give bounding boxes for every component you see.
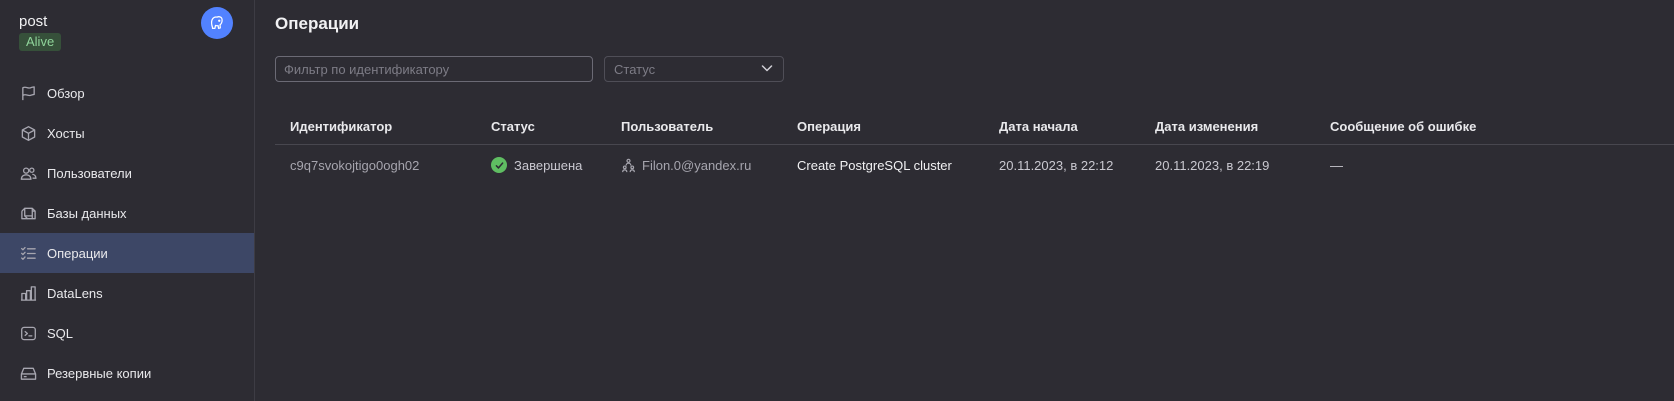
column-header-start-date[interactable]: Дата начала xyxy=(999,119,1078,134)
page-title: Операции xyxy=(275,14,360,33)
sidebar-item-label: SQL xyxy=(47,325,74,341)
app-window: post Alive Обзор Хосты Пользователи Базы… xyxy=(0,0,1674,401)
postgresql-elephant-icon[interactable] xyxy=(201,7,233,39)
operations-table: Идентификатор Статус Пользователь Операц… xyxy=(275,108,1674,185)
cube-icon xyxy=(19,124,37,142)
sidebar-item-sql[interactable]: SQL xyxy=(0,313,254,353)
sidebar-item-backups[interactable]: Резервные копии xyxy=(0,353,254,393)
backup-drive-icon xyxy=(19,364,37,382)
operations-list-icon xyxy=(19,244,37,262)
cluster-name: post xyxy=(19,13,48,30)
operation-status-label: Завершена xyxy=(514,157,583,173)
terminal-icon xyxy=(19,324,37,342)
sidebar-item-label: Обзор xyxy=(47,85,85,101)
operation-modified-date: 20.11.2023, в 22:19 xyxy=(1155,157,1270,173)
operation-id: c9q7svokojtigo0ogh02 xyxy=(290,157,420,173)
column-header-operation[interactable]: Операция xyxy=(797,119,861,134)
user-group-icon xyxy=(621,158,636,173)
cluster-status-badge: Alive xyxy=(19,33,62,51)
operation-start-date: 20.11.2023, в 22:12 xyxy=(999,157,1114,173)
sidebar-item-label: Хосты xyxy=(47,125,85,141)
sidebar-item-overview[interactable]: Обзор xyxy=(0,73,254,113)
status-select-placeholder: Статус xyxy=(614,61,656,77)
sidebar-item-label: Операции xyxy=(47,245,108,261)
sidebar-item-label: Резервные копии xyxy=(47,365,152,381)
id-filter-input[interactable] xyxy=(275,56,593,82)
column-header-user[interactable]: Пользователь xyxy=(621,119,713,134)
column-header-modified-date[interactable]: Дата изменения xyxy=(1155,119,1258,134)
sidebar-item-databases[interactable]: Базы данных xyxy=(0,193,254,233)
column-header-status[interactable]: Статус xyxy=(491,119,535,134)
sidebar-item-operations[interactable]: Операции xyxy=(0,233,254,273)
sidebar: post Alive Обзор Хосты Пользователи Базы… xyxy=(0,0,255,401)
databases-icon xyxy=(19,204,37,222)
sidebar-nav: Обзор Хосты Пользователи Базы данных Опе… xyxy=(0,73,254,393)
sidebar-item-users[interactable]: Пользователи xyxy=(0,153,254,193)
table-header-row: Идентификатор Статус Пользователь Операц… xyxy=(275,108,1674,145)
main-content: Операции Статус Идентификатор Статус Пол… xyxy=(255,0,1674,401)
operation-user: Filon.0@yandex.ru xyxy=(621,158,751,173)
operation-user-email: Filon.0@yandex.ru xyxy=(642,157,752,173)
bar-chart-icon xyxy=(19,284,37,302)
flag-icon xyxy=(19,84,37,102)
operation-status: Завершена xyxy=(491,157,582,173)
sidebar-item-datalens[interactable]: DataLens xyxy=(0,273,254,313)
table-row[interactable]: c9q7svokojtigo0ogh02 Завершена Filon.0@y… xyxy=(275,145,1674,185)
sidebar-item-hosts[interactable]: Хосты xyxy=(0,113,254,153)
success-check-icon xyxy=(491,157,507,173)
sidebar-item-label: Базы данных xyxy=(47,205,127,221)
sidebar-item-label: Пользователи xyxy=(47,165,132,181)
operation-error-message: — xyxy=(1330,157,1343,173)
operation-name: Create PostgreSQL cluster xyxy=(797,157,952,173)
users-icon xyxy=(19,164,37,182)
sidebar-item-label: DataLens xyxy=(47,285,103,301)
chevron-down-icon xyxy=(760,61,774,78)
status-select[interactable]: Статус xyxy=(604,56,784,82)
column-header-id[interactable]: Идентификатор xyxy=(290,119,392,134)
column-header-error-message[interactable]: Сообщение об ошибке xyxy=(1330,119,1476,134)
